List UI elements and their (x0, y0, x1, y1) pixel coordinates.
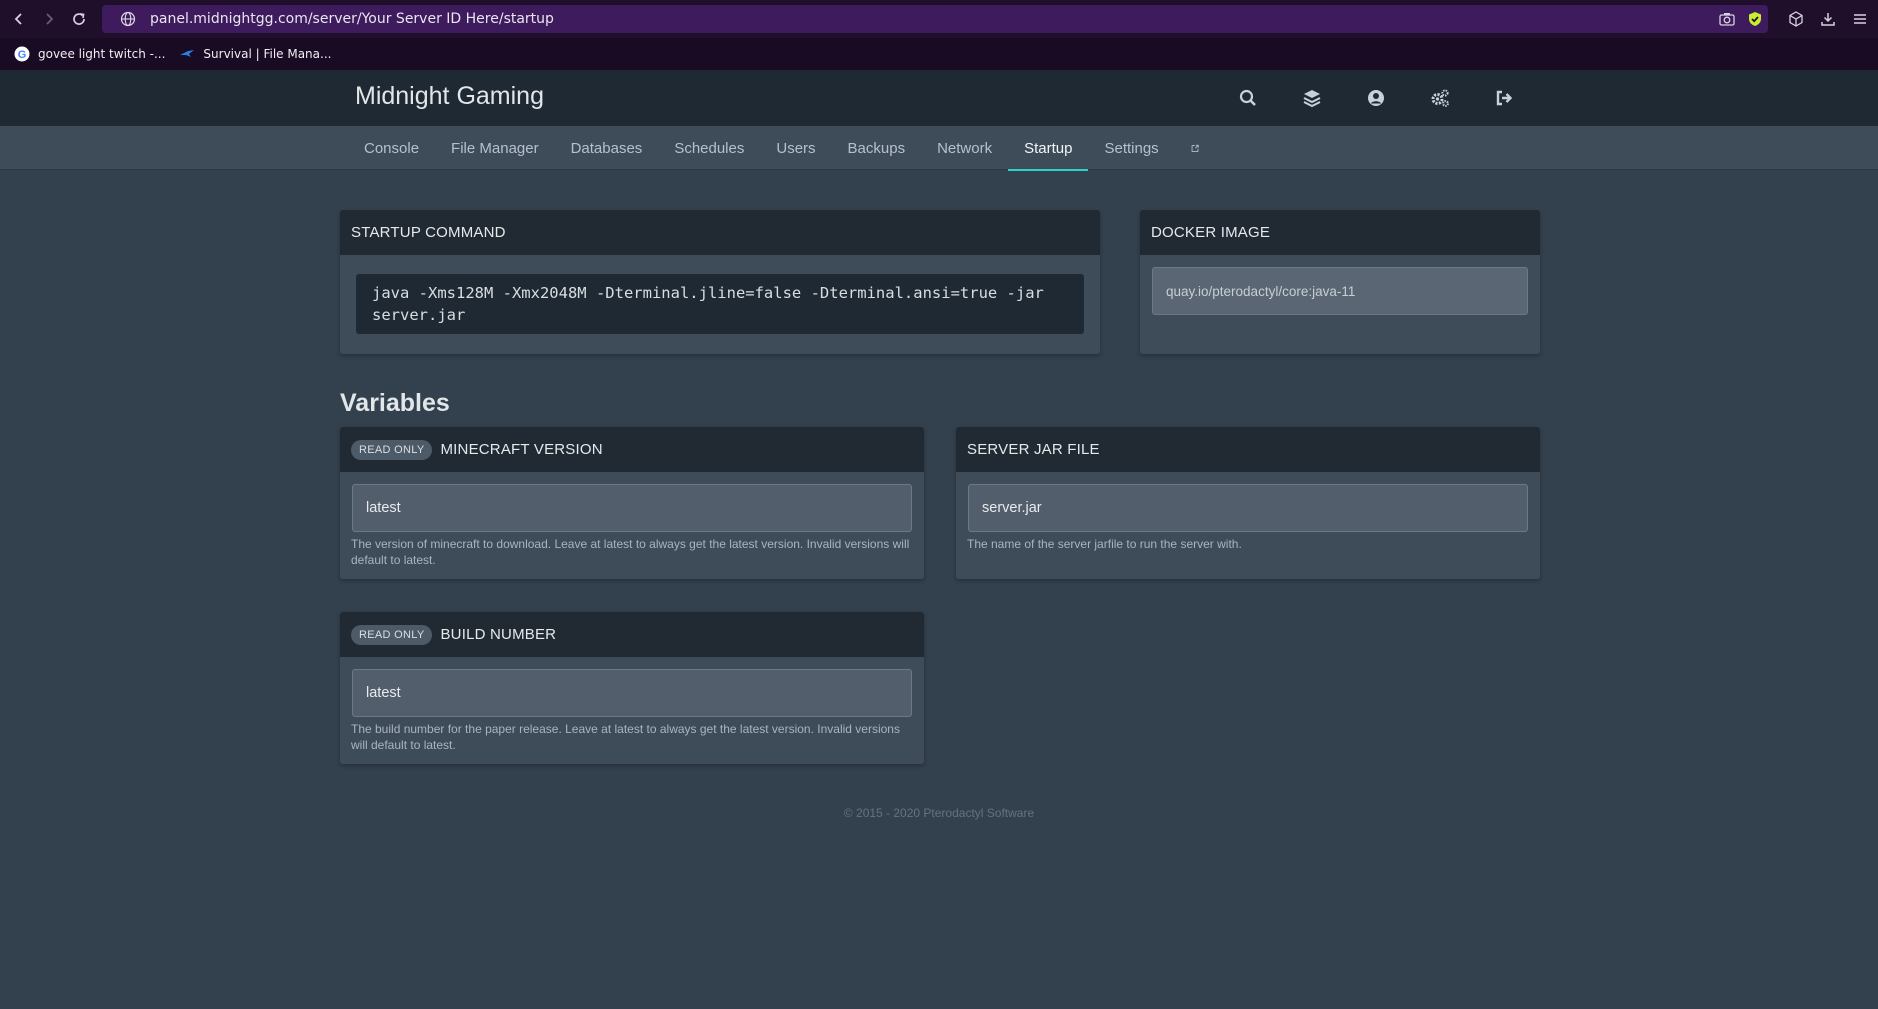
tab-databases[interactable]: Databases (555, 126, 659, 170)
variable-name: SERVER JAR FILE (967, 441, 1100, 458)
bookmark-label: Survival | File Mana... (203, 47, 332, 61)
build-number-input[interactable]: latest (352, 669, 912, 717)
bookmark-govee[interactable]: G govee light twitch -... (14, 46, 165, 62)
variable-description: The name of the server jarfile to run th… (967, 537, 1242, 551)
sign-out-icon[interactable] (1490, 84, 1518, 112)
app-header: Midnight Gaming (0, 70, 1878, 126)
reload-button[interactable] (66, 6, 92, 32)
cube-icon[interactable] (1786, 6, 1806, 32)
back-button[interactable] (6, 6, 32, 32)
bookmark-survival[interactable]: Survival | File Mana... (179, 46, 331, 62)
external-link-icon (1191, 144, 1199, 152)
pterodactyl-icon (180, 50, 195, 57)
docker-image-field[interactable]: quay.io/pterodactyl/core:java-11 (1152, 267, 1528, 315)
variable-card: READ ONLY BUILD NUMBER latest The build … (340, 612, 924, 764)
card-title: DOCKER IMAGE (1140, 210, 1540, 255)
camera-icon[interactable] (1718, 10, 1736, 28)
layers-icon[interactable] (1298, 84, 1326, 112)
server-subnav: Console File Manager Databases Schedules… (0, 126, 1878, 171)
tab-startup[interactable]: Startup (1008, 126, 1089, 171)
globe-icon (120, 11, 136, 27)
search-icon[interactable] (1234, 84, 1262, 112)
variable-card: READ ONLY MINECRAFT VERSION latest The v… (340, 427, 924, 579)
variable-description: The build number for the paper release. … (351, 722, 900, 752)
read-only-badge: READ ONLY (351, 439, 433, 460)
startup-command-card: STARTUP COMMAND java -Xms128M -Xmx2048M … (340, 210, 1100, 354)
variable-description: The version of minecraft to download. Le… (351, 537, 910, 567)
minecraft-version-input[interactable]: latest (352, 484, 912, 532)
tab-schedules[interactable]: Schedules (658, 126, 760, 170)
svg-text:G: G (18, 49, 27, 61)
chevron-right-icon (46, 13, 54, 25)
download-icon[interactable] (1818, 6, 1838, 32)
tab-settings[interactable]: Settings (1088, 126, 1174, 170)
chevron-left-icon (14, 13, 22, 25)
variable-name: BUILD NUMBER (440, 626, 557, 643)
reload-icon (73, 13, 85, 25)
cogs-icon[interactable] (1426, 84, 1454, 112)
tab-console[interactable]: Console (348, 126, 435, 170)
shield-check-icon[interactable] (1746, 10, 1764, 28)
read-only-badge: READ ONLY (351, 624, 433, 645)
docker-image-card: DOCKER IMAGE quay.io/pterodactyl/core:ja… (1140, 210, 1540, 354)
tab-file-manager[interactable]: File Manager (435, 126, 555, 170)
tab-network[interactable]: Network (921, 126, 1008, 170)
bookmarks-bar: G govee light twitch -... Survival | Fil… (0, 38, 1878, 70)
tab-external-link[interactable] (1175, 126, 1215, 170)
card-title: STARTUP COMMAND (340, 210, 1100, 255)
bookmark-label: govee light twitch -... (38, 47, 166, 61)
tab-users[interactable]: Users (760, 126, 831, 170)
url-text: panel.midnightgg.com/server/Your Server … (150, 11, 554, 27)
user-circle-icon[interactable] (1362, 84, 1390, 112)
brand-title[interactable]: Midnight Gaming (355, 82, 544, 111)
tab-backups[interactable]: Backups (832, 126, 922, 170)
forward-button[interactable] (36, 6, 62, 32)
startup-command: java -Xms128M -Xmx2048M -Dterminal.jline… (356, 274, 1084, 334)
browser-toolbar: panel.midnightgg.com/server/Your Server … (0, 0, 1878, 38)
server-jar-input[interactable]: server.jar (968, 484, 1528, 532)
google-icon: G (14, 46, 30, 62)
variable-name: MINECRAFT VERSION (440, 441, 603, 458)
variables-heading: Variables (340, 389, 450, 417)
address-bar[interactable]: panel.midnightgg.com/server/Your Server … (102, 5, 1768, 33)
menu-icon[interactable] (1850, 6, 1870, 32)
footer-copyright: © 2015 - 2020 Pterodactyl Software (843, 806, 1035, 820)
variable-card: SERVER JAR FILE server.jar The name of t… (956, 427, 1540, 579)
